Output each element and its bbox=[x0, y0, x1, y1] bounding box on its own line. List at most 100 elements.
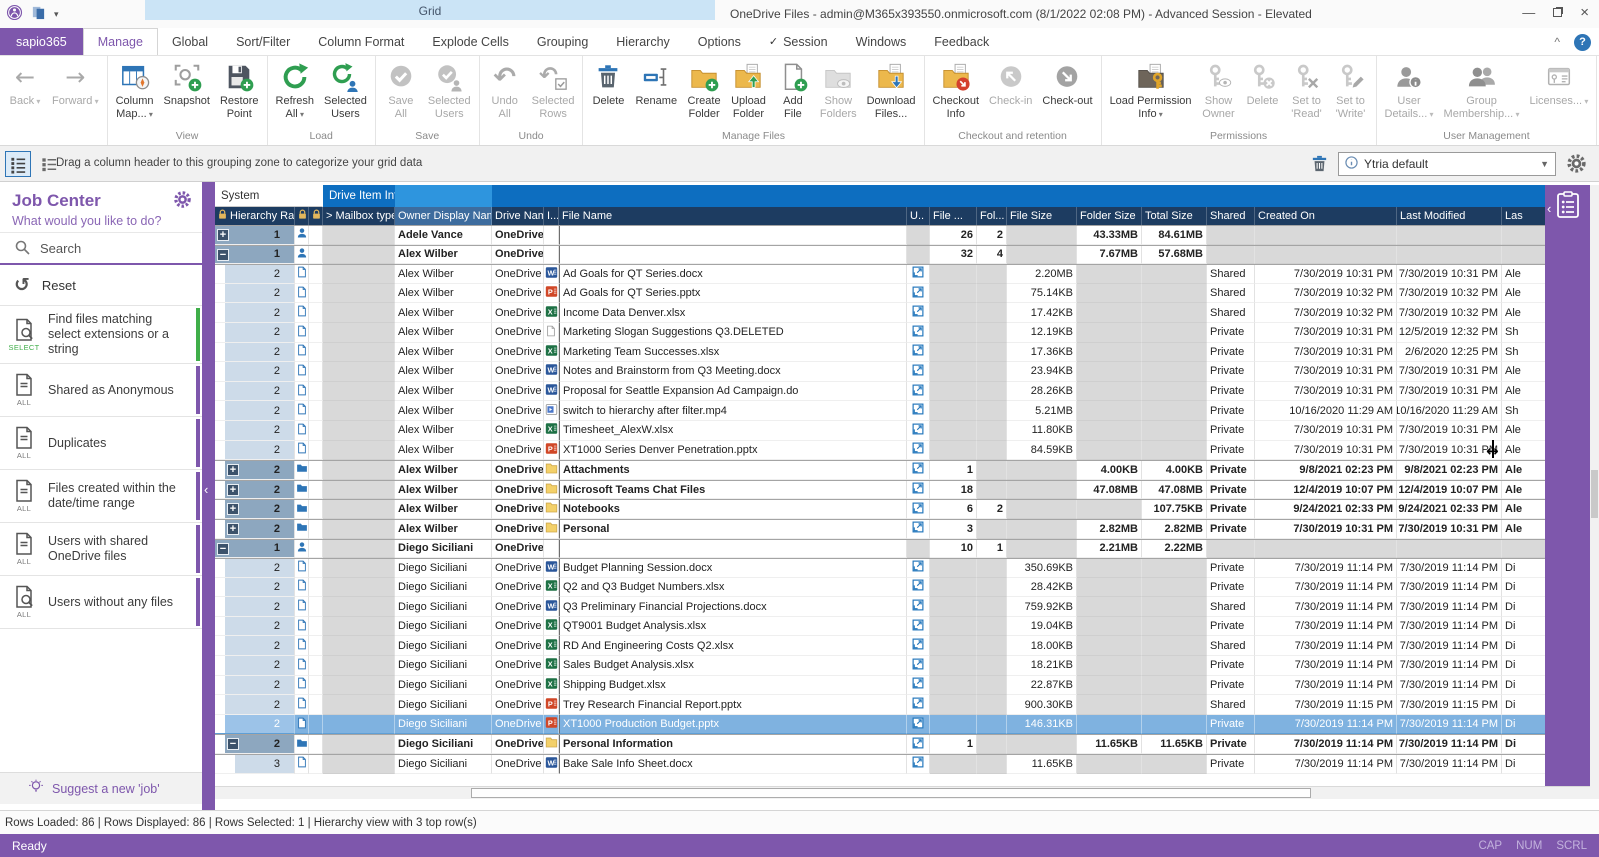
open-external-icon[interactable] bbox=[912, 482, 924, 497]
column-header-rank[interactable]: Hierarchy Ra... bbox=[215, 207, 295, 225]
grid-row[interactable]: +2Alex WilberOneDriveAttachments14.00KB4… bbox=[215, 460, 1547, 480]
grid-cell-rank[interactable]: −1 bbox=[215, 540, 295, 559]
grid-row[interactable]: 2Diego SicilianiOneDriveWBudget Planning… bbox=[215, 558, 1547, 578]
tab-grouping[interactable]: Grouping bbox=[523, 28, 602, 55]
grid-cell-link[interactable] bbox=[907, 421, 930, 441]
qat-dropdown-icon[interactable]: ▾ bbox=[54, 9, 59, 20]
grid-cell-link[interactable] bbox=[907, 540, 930, 559]
right-tools-panel[interactable]: ‹ bbox=[1545, 185, 1590, 786]
grid-cell-link[interactable] bbox=[907, 362, 930, 382]
job-item-3[interactable]: ALLFiles created within the date/time ra… bbox=[0, 470, 202, 523]
expand-icon[interactable]: + bbox=[227, 464, 239, 476]
grid-row[interactable]: 2Alex WilberOneDriveXTimesheet_AlexW.xls… bbox=[215, 421, 1547, 441]
grid-cell-link[interactable] bbox=[907, 284, 930, 304]
collapse-sidebar-icon[interactable]: ‹ bbox=[204, 482, 208, 497]
grid-row[interactable]: 2Alex WilberOneDriveswitch to hierarchy … bbox=[215, 401, 1547, 421]
open-external-icon[interactable] bbox=[912, 442, 924, 457]
grid-cell-rank[interactable]: +2 bbox=[215, 481, 295, 500]
clipboard-icon[interactable] bbox=[1556, 191, 1580, 222]
grid-cell-link[interactable] bbox=[907, 343, 930, 363]
open-external-icon[interactable] bbox=[912, 619, 924, 634]
grid-row[interactable]: +2Alex WilberOneDriveNotebooks62107.75KB… bbox=[215, 499, 1547, 519]
column-header-files[interactable]: File ... bbox=[930, 207, 977, 225]
expand-icon[interactable]: + bbox=[227, 484, 239, 496]
snapshot-button[interactable]: Snapshot bbox=[159, 57, 215, 108]
grid-row[interactable]: −1Alex WilberOneDrive3247.67MB57.68MB bbox=[215, 245, 1547, 265]
search-input[interactable]: Search bbox=[0, 232, 202, 265]
grid-row[interactable]: +2Alex WilberOneDrivePersonal32.82MB2.82… bbox=[215, 519, 1547, 539]
open-external-icon[interactable] bbox=[912, 325, 924, 340]
open-external-icon[interactable] bbox=[912, 717, 924, 732]
grid-cell-link[interactable] bbox=[907, 303, 930, 323]
grid-cell-link[interactable] bbox=[907, 382, 930, 402]
add-file-button[interactable]: Add File bbox=[771, 57, 815, 120]
column-header-osize[interactable]: Folder Size bbox=[1077, 207, 1142, 225]
grid-cell-rank[interactable]: 2 bbox=[215, 597, 295, 617]
grid-cell-rank[interactable]: +2 bbox=[215, 461, 295, 480]
tab-feedback[interactable]: Feedback bbox=[920, 28, 1003, 55]
column-header-folders[interactable]: Fol... bbox=[977, 207, 1007, 225]
open-external-icon[interactable] bbox=[912, 737, 924, 752]
open-external-icon[interactable] bbox=[912, 305, 924, 320]
grid-cell-rank[interactable]: 2 bbox=[215, 715, 295, 735]
grid-row[interactable]: +2Alex WilberOneDriveMicrosoft Teams Cha… bbox=[215, 480, 1547, 500]
download-files--button[interactable]: Download Files... bbox=[862, 57, 921, 120]
grid-row[interactable]: 2Alex WilberOneDriveWAd Goals for QT Ser… bbox=[215, 264, 1547, 284]
job-item-4[interactable]: ALLUsers with shared OneDrive files bbox=[0, 523, 202, 576]
close-button[interactable]: × bbox=[1580, 4, 1589, 21]
grid-cell-link[interactable] bbox=[907, 578, 930, 598]
collapse-panel-icon[interactable]: ‹ bbox=[1547, 201, 1551, 216]
grid-cell-link[interactable] bbox=[907, 656, 930, 676]
job-item-5[interactable]: ALLUsers without any files bbox=[0, 576, 202, 629]
grid-cell-link[interactable] bbox=[907, 617, 930, 637]
expand-icon[interactable]: + bbox=[217, 229, 229, 241]
open-external-icon[interactable] bbox=[912, 756, 924, 771]
load-permission-info-button[interactable]: Load Permission Info ▾ bbox=[1105, 57, 1197, 121]
grid-cell-rank[interactable]: 3 bbox=[215, 755, 295, 774]
open-external-icon[interactable] bbox=[912, 344, 924, 359]
open-external-icon[interactable] bbox=[912, 266, 924, 281]
column-header-created[interactable]: Created On bbox=[1255, 207, 1397, 225]
grouping-view-toggle[interactable] bbox=[5, 151, 31, 177]
vertical-scrollbar-thumb[interactable] bbox=[1591, 470, 1598, 518]
refresh-all-button[interactable]: Refresh All ▾ bbox=[271, 57, 320, 121]
grid-cell-rank[interactable]: 2 bbox=[215, 362, 295, 382]
tab-sort-filter[interactable]: Sort/Filter bbox=[222, 28, 304, 55]
grid-cell-rank[interactable]: 2 bbox=[215, 323, 295, 343]
grid-cell-link[interactable] bbox=[907, 559, 930, 578]
grid-row[interactable]: +1Adele VanceOneDrive26243.33MB84.61MB bbox=[215, 225, 1547, 245]
selected-users-button[interactable]: Selected Users bbox=[319, 57, 372, 120]
grid-row[interactable]: 2Alex WilberOneDriveXIncome Data Denver.… bbox=[215, 303, 1547, 323]
grid-cell-link[interactable] bbox=[907, 323, 930, 343]
tab-column-format[interactable]: Column Format bbox=[304, 28, 418, 55]
column-header-tsize[interactable]: Total Size bbox=[1142, 207, 1207, 225]
grid-cell-rank[interactable]: 2 bbox=[215, 578, 295, 598]
view-profile-select[interactable]: Ytria default ▼ bbox=[1338, 152, 1556, 176]
grid-row[interactable]: 2Diego SicilianiOneDriveXShipping Budget… bbox=[215, 676, 1547, 696]
open-external-icon[interactable] bbox=[912, 638, 924, 653]
column-header-modified[interactable]: Last Modified bbox=[1397, 207, 1502, 225]
help-icon[interactable]: ? bbox=[1574, 34, 1591, 51]
tab-manage[interactable]: Manage bbox=[83, 28, 158, 55]
grid-cell-rank[interactable]: 2 bbox=[215, 343, 295, 363]
grid-cell-rank[interactable]: 2 bbox=[215, 695, 295, 715]
grid-cell-rank[interactable]: +2 bbox=[215, 520, 295, 539]
column-header-lockB[interactable] bbox=[309, 207, 323, 225]
grid-row[interactable]: −2Diego SicilianiOneDrivePersonal Inform… bbox=[215, 734, 1547, 754]
grid-cell-link[interactable] bbox=[907, 636, 930, 656]
delete-profile-icon[interactable] bbox=[1310, 154, 1329, 176]
grid-cell-link[interactable] bbox=[907, 441, 930, 461]
grid-row[interactable]: 2Diego SicilianiOneDriveWQ3 Preliminary … bbox=[215, 597, 1547, 617]
column-header-ficon[interactable]: I... bbox=[544, 207, 559, 225]
grid-cell-rank[interactable]: +2 bbox=[215, 500, 295, 519]
grid-cell-rank[interactable]: −1 bbox=[215, 246, 295, 265]
grid-cell-rank[interactable]: 2 bbox=[215, 656, 295, 676]
column-header-lockA[interactable] bbox=[295, 207, 309, 225]
grid-row[interactable]: 2Alex WilberOneDriveMarketing Slogan Sug… bbox=[215, 323, 1547, 343]
grid-cell-link[interactable] bbox=[907, 265, 930, 284]
open-external-icon[interactable] bbox=[912, 697, 924, 712]
open-external-icon[interactable] bbox=[912, 286, 924, 301]
collapse-icon[interactable]: − bbox=[227, 738, 239, 750]
job-item-1[interactable]: ALLShared as Anonymous bbox=[0, 364, 202, 417]
grid-cell-rank[interactable]: 2 bbox=[215, 676, 295, 696]
